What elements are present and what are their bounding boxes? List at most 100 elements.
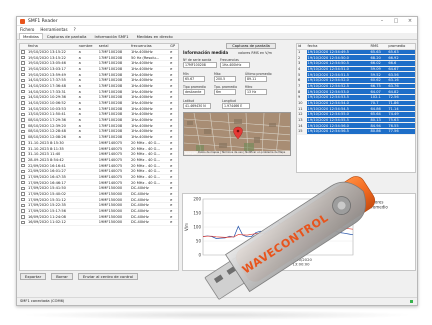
delete-button[interactable]: Borrar (51, 273, 73, 280)
checkbox-icon[interactable] (21, 197, 25, 202)
checkbox-icon[interactable] (21, 186, 25, 191)
map-terms[interactable]: Datos de mapas | Términos de uso | Notif… (184, 151, 290, 155)
checkbox-icon[interactable] (21, 163, 25, 168)
y-tick-label: 100 (193, 225, 201, 230)
checkbox-icon[interactable] (21, 112, 25, 117)
y-tick-label: 200 (193, 197, 201, 202)
checkbox-icon[interactable] (21, 89, 25, 94)
freq-field: 1Hz-400kHz (220, 62, 250, 68)
app-icon (20, 18, 25, 24)
checkbox-icon[interactable] (21, 169, 25, 174)
checkbox-icon[interactable] (21, 220, 25, 225)
window-title: SMF1 Reader (28, 18, 58, 24)
measurement-chart: 200 150 100 50 0 V/m 19/10/2020 12:55:00 19/10/2… (182, 193, 416, 271)
chart-svg: 200150100500V/m19/10/202012:55:0019/10/2… (184, 197, 388, 267)
tab-capturas[interactable]: Capturas de pantalla (43, 33, 91, 39)
checkbox-icon[interactable] (21, 158, 25, 162)
connection-indicator-icon (410, 300, 413, 303)
maximize-button[interactable]: □ (389, 18, 403, 24)
checkbox-icon[interactable] (21, 61, 25, 65)
checkbox-icon[interactable] (21, 209, 25, 213)
checkbox-icon[interactable] (21, 78, 25, 83)
checkbox-icon[interactable] (21, 67, 25, 71)
checkbox-icon[interactable] (21, 146, 25, 151)
checkbox-icon[interactable] (21, 129, 25, 134)
checkbox-icon[interactable] (21, 192, 25, 196)
table-cell: 77.56 (387, 128, 415, 135)
info-subtitle: valores RMS en V/m (238, 51, 272, 55)
table-row[interactable]: 19/10/2020 13:15:22 a 17MF100208 50 Hz (Res… (20, 54, 178, 61)
checkbox-icon[interactable] (21, 175, 25, 179)
values-list[interactable]: id fecha RMS promedio 1 19/10/2020 12:54:49.… (296, 43, 416, 173)
x-tick-label: 13:00:00 (292, 262, 310, 267)
table-cell: 19MF150000 (97, 219, 130, 226)
checkbox-icon[interactable] (21, 152, 25, 156)
checkbox-icon[interactable] (21, 95, 25, 100)
floor-shadow (20, 310, 415, 320)
table-row[interactable]: 17/09/2020 16:46:17 19MF140075 20 MHz - 40… (20, 179, 178, 186)
serial-field: 17MF100208 (183, 62, 217, 68)
table-row[interactable]: 22/09/2020 16:01:27 19MF140075 20 MHz - 40… (20, 168, 178, 175)
checkbox-icon[interactable] (21, 106, 25, 111)
max-field: 200.5 (214, 76, 236, 82)
table-row[interactable]: 17/09/2020 16:47:35 19MF140075 20 MHz - 40… (20, 174, 178, 181)
checkbox-icon[interactable] (21, 203, 25, 208)
menu-herramientas[interactable]: Herramientas (40, 27, 67, 32)
connection-status: SMF1 conectada (COM6) (20, 299, 65, 303)
table-cell: e (169, 219, 178, 226)
map-image (184, 113, 290, 155)
tab-info-smf1[interactable]: Información SMF1 (91, 33, 133, 39)
avg-type-field: deslizante (183, 89, 205, 95)
checkbox-icon[interactable] (21, 50, 25, 54)
min-field: 65.67 (183, 76, 205, 82)
measurements-table: fecha nombre serial frecuencias GP 19/10/202… (20, 44, 178, 226)
checkbox-icon[interactable] (21, 215, 25, 219)
last-avg-field: 89.11 (245, 76, 267, 82)
lon-field: 1.974466 E (222, 103, 250, 109)
lat-field: 41.469430 N (183, 103, 211, 109)
measurements-list[interactable]: fecha nombre serial frecuencias GP 19/10/202… (19, 43, 179, 271)
checkbox-icon[interactable] (21, 180, 25, 185)
checkbox-icon[interactable] (21, 101, 25, 105)
tab-medidas[interactable]: Medidas (19, 33, 43, 39)
close-button[interactable]: × (403, 18, 417, 24)
row-index: 15 (297, 128, 307, 135)
table-row[interactable]: 15 19/10/2020 12:54:56.5 80.86 77.56 (297, 128, 415, 135)
y-axis-label: V/m (184, 223, 189, 231)
avg-time-field: 6m (214, 89, 236, 95)
checkbox-icon[interactable] (21, 135, 25, 139)
main-content: fecha nombre serial frecuencias GP 19/10/202… (17, 41, 417, 297)
send-control-center-button[interactable]: Enviar al centro de control (78, 273, 138, 280)
table-row[interactable]: 31-10-2023 11:40 19MF140075 20 MHz - 40 G.… (20, 151, 178, 158)
y-tick-label: 0 (198, 253, 201, 258)
menu-help[interactable]: ? (74, 27, 76, 32)
checkbox-icon[interactable] (21, 124, 25, 128)
table-row[interactable]: 31-10-2023 8:15:30 19MF140075 20 MHz - 40 … (20, 140, 178, 147)
scene: SMF1 Reader – □ × Fichero Herramientas ?… (0, 0, 432, 325)
checkbox-icon[interactable] (21, 72, 25, 77)
checkbox-icon[interactable] (21, 84, 25, 88)
table-row[interactable]: 22/09/2020 16:16:41 19MF140075 20 MHz - 40… (20, 162, 178, 169)
x-tick-label: 12:55:00 (234, 262, 252, 267)
row-checkbox[interactable] (20, 219, 27, 226)
table-row[interactable]: 28-09-2023 8:54:42 19MF140075 20 MHz - 40 … (20, 157, 178, 164)
values-table: id fecha RMS promedio 1 19/10/2020 12:54:49.… (297, 44, 415, 135)
minimize-button[interactable]: – (375, 18, 389, 24)
table-cell: 19/10/2020 12:54:56.5 (306, 128, 370, 135)
table-row[interactable]: 31-10-2023 8:11:35 19MF140075 20 MHz - 40 … (20, 145, 178, 152)
checkbox-icon[interactable] (21, 118, 25, 122)
map-view[interactable]: Google Datos de mapas | Términos de uso … (183, 112, 291, 156)
menu-fichero[interactable]: Fichero (20, 27, 34, 32)
menu-bar: Fichero Herramientas ? (17, 26, 417, 33)
info-title: Información medida (183, 50, 229, 55)
table-row[interactable]: 16/09/2020 11:02:12 19MF150000 DC-40kHz e (20, 219, 178, 226)
export-button[interactable]: Exportar (20, 273, 46, 280)
table-cell (77, 219, 98, 226)
filter-field: 13 Hz (245, 89, 267, 95)
checkbox-icon[interactable] (21, 141, 25, 145)
status-bar: SMF1 conectada (COM6) (17, 297, 417, 305)
screenshot-button[interactable]: Capturas de pantalla (226, 43, 276, 49)
checkbox-icon[interactable] (21, 55, 25, 60)
table-cell: 80.86 (369, 128, 388, 135)
tab-medidas-directo[interactable]: Medidas en directo (133, 33, 177, 39)
